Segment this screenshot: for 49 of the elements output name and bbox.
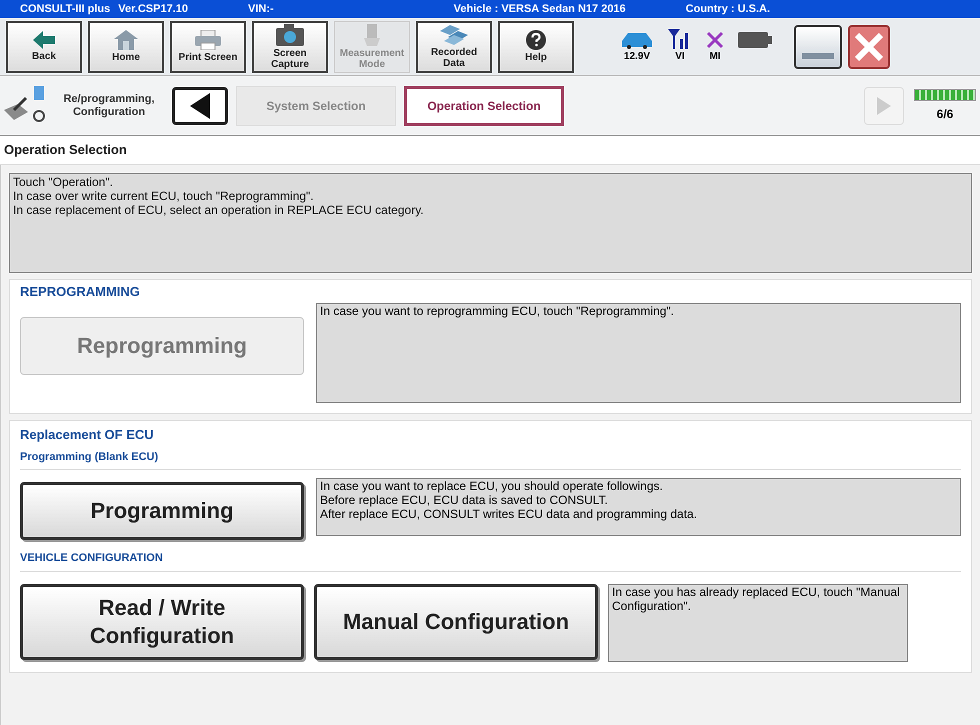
- subsection-heading: Programming (Blank ECU): [20, 448, 961, 470]
- vi-label: VI: [675, 50, 685, 64]
- meter-icon: [362, 24, 382, 46]
- printer-icon: [195, 30, 221, 50]
- app-title: CONSULT-III plus: [20, 2, 110, 16]
- close-icon: [854, 32, 884, 62]
- car-icon: [620, 31, 654, 49]
- toolbar-button[interactable]: Recorded Data: [416, 20, 492, 72]
- description-box: In case you want to reprogramming ECU, touch "Reprogramming".: [316, 303, 961, 403]
- mi-label: MI: [709, 50, 721, 64]
- folders-icon: [440, 24, 468, 44]
- description-text: After replace ECU, CONSULT writes ECU data and programming data.: [320, 507, 698, 521]
- toolbar-button[interactable]: Back: [6, 20, 82, 72]
- minimize-icon: [802, 52, 834, 58]
- right-triangle-icon: [877, 96, 891, 114]
- toolbar-button[interactable]: Screen Capture: [252, 20, 328, 72]
- operation-button[interactable]: Programming: [20, 482, 304, 540]
- instruction-text: In case replacement of ECU, select an operation in REPLACE ECU category.: [13, 202, 425, 216]
- instruction-text: Touch "Operation".: [13, 174, 114, 188]
- voltage-label: 12.9V: [624, 50, 650, 64]
- minimize-button[interactable]: [794, 24, 842, 68]
- help-icon: [526, 30, 546, 50]
- back-arrow-icon: [33, 31, 55, 49]
- vin-label: VIN:-: [248, 2, 274, 16]
- vehicle-label: Vehicle : VERSA Sedan N17 2016: [454, 2, 626, 16]
- version-label: Ver.CSP17.10: [118, 2, 188, 16]
- house-icon: [114, 30, 138, 50]
- left-triangle-icon: [190, 92, 210, 118]
- description-text: Before replace ECU, ECU data is saved to CONSULT.: [320, 493, 609, 507]
- operation-button[interactable]: Manual Configuration: [314, 584, 598, 660]
- description-box: In case you has already replaced ECU, touch "Manual Configuration".: [608, 584, 908, 662]
- description-text: In case you want to replace ECU, you should operate followings.: [320, 479, 664, 493]
- toolbar-button[interactable]: Help: [498, 20, 574, 72]
- toolbar-button[interactable]: Home: [88, 20, 164, 72]
- camera-icon: [276, 24, 304, 46]
- progress-label: 6/6: [936, 106, 954, 122]
- section-heading: Replacement OF ECU: [20, 426, 155, 444]
- section-heading: REPROGRAMMING: [20, 282, 141, 300]
- back-step-button[interactable]: [172, 86, 228, 124]
- country-label: Country : U.S.A.: [686, 2, 770, 16]
- battery-icon: [738, 32, 772, 48]
- cross-icon: [706, 31, 724, 49]
- close-button[interactable]: [848, 24, 890, 68]
- subsection-heading: VEHICLE CONFIGURATION: [20, 550, 961, 572]
- toolbar-button[interactable]: Print Screen: [170, 20, 246, 72]
- operation-button[interactable]: Read / Write Configuration: [20, 584, 304, 660]
- instruction-text: In case over write current ECU, touch "Reprogramming".: [13, 188, 315, 202]
- module-title: Re/programming, Configuration: [62, 92, 156, 118]
- step-tab[interactable]: Operation Selection: [404, 86, 564, 126]
